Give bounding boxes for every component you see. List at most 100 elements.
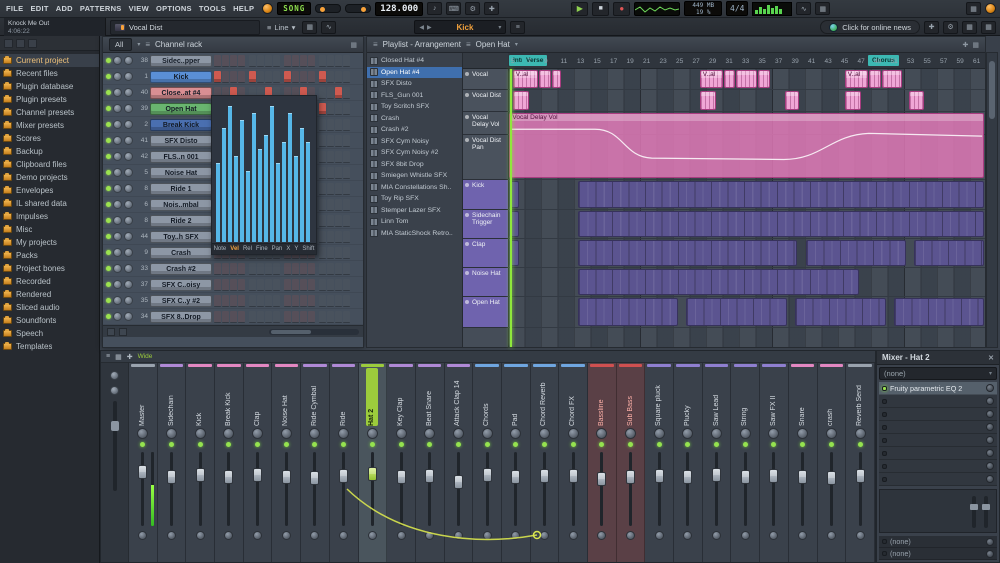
mixer-strip-clap[interactable]: Clap bbox=[244, 363, 273, 562]
mixer-strip-sub-bass[interactable]: Sub Bass bbox=[617, 363, 646, 562]
strip-stereo-knob[interactable] bbox=[339, 531, 348, 540]
pattern-clip[interactable] bbox=[785, 91, 799, 110]
mixer-strip-string[interactable]: String bbox=[731, 363, 760, 562]
fader-handle[interactable] bbox=[511, 470, 520, 484]
strip-stereo-knob[interactable] bbox=[282, 531, 291, 540]
channel-volume-knob[interactable] bbox=[124, 120, 133, 129]
step-cell[interactable] bbox=[265, 55, 272, 67]
track-header-open-hat[interactable]: Open Hat bbox=[463, 297, 508, 328]
step-cell[interactable] bbox=[327, 295, 334, 307]
send-enable-led[interactable] bbox=[882, 551, 887, 556]
step-cell[interactable] bbox=[319, 215, 326, 227]
step-cell[interactable] bbox=[257, 311, 264, 323]
channel-button[interactable]: FLS..n 001 bbox=[150, 151, 212, 163]
step-cell[interactable] bbox=[257, 279, 264, 291]
step-cell[interactable] bbox=[257, 295, 264, 307]
channel-button[interactable]: Ride 1 bbox=[150, 183, 212, 195]
pattern-linn-tom[interactable]: Linn Tom bbox=[367, 216, 462, 228]
step-cell[interactable] bbox=[343, 231, 350, 243]
step-cell[interactable] bbox=[335, 119, 342, 131]
pattern-clip[interactable] bbox=[758, 70, 770, 88]
strip-pan-knob[interactable] bbox=[539, 428, 550, 439]
step-cell[interactable] bbox=[327, 247, 334, 259]
step-cell[interactable] bbox=[343, 263, 350, 275]
channel-pan-knob[interactable] bbox=[113, 248, 122, 257]
velocity-bar[interactable] bbox=[234, 156, 238, 242]
step-cell[interactable] bbox=[335, 199, 342, 211]
strip-volume-fader[interactable] bbox=[215, 450, 243, 528]
strip-stereo-knob[interactable] bbox=[741, 531, 750, 540]
fader-handle[interactable] bbox=[655, 469, 664, 483]
strip-volume-fader[interactable] bbox=[330, 450, 358, 528]
slot-mix-knob[interactable] bbox=[986, 436, 994, 444]
velocity-bar[interactable] bbox=[246, 171, 250, 243]
slot-mix-knob[interactable] bbox=[986, 462, 994, 470]
strip-mute-led[interactable] bbox=[456, 442, 461, 447]
track-header-clap[interactable]: Clap bbox=[463, 239, 508, 268]
mixer-strip-kick[interactable]: Kick bbox=[186, 363, 215, 562]
strip-pan-knob[interactable] bbox=[252, 428, 263, 439]
step-cell[interactable] bbox=[292, 71, 299, 83]
step-cell[interactable] bbox=[273, 71, 280, 83]
clip-v-al[interactable]: V..al bbox=[700, 70, 723, 88]
velocity-bar[interactable] bbox=[240, 120, 244, 242]
channel-volume-knob[interactable] bbox=[124, 104, 133, 113]
window-layout-icon[interactable]: ▦ bbox=[966, 2, 981, 15]
step-cell[interactable] bbox=[257, 263, 264, 275]
strip-volume-fader[interactable] bbox=[731, 450, 759, 528]
strip-volume-fader[interactable] bbox=[387, 450, 415, 528]
step-cell[interactable] bbox=[284, 71, 291, 83]
step-cell[interactable] bbox=[292, 263, 299, 275]
fader-handle[interactable] bbox=[683, 470, 692, 484]
step-cell[interactable] bbox=[335, 231, 342, 243]
channel-pan-knob[interactable] bbox=[113, 72, 122, 81]
step-cell[interactable] bbox=[335, 135, 342, 147]
track-header-vocal-delay-vol[interactable]: Vocal Delay Vol bbox=[463, 112, 508, 135]
strip-volume-fader[interactable] bbox=[359, 450, 387, 528]
strip-pan-knob[interactable] bbox=[654, 428, 665, 439]
typing-keyboard-icon[interactable]: ⌨ bbox=[446, 2, 461, 15]
strip-stereo-knob[interactable] bbox=[138, 531, 147, 540]
channel-volume-knob[interactable] bbox=[124, 136, 133, 145]
strip-volume-fader[interactable] bbox=[588, 450, 616, 528]
slot-enable-led[interactable] bbox=[882, 464, 887, 469]
channel-pan-knob[interactable] bbox=[113, 168, 122, 177]
channel-button[interactable]: Nois..mbal bbox=[150, 199, 212, 211]
browser-item-rendered[interactable]: Rendered bbox=[0, 288, 99, 301]
step-cell[interactable] bbox=[230, 55, 237, 67]
step-cell[interactable] bbox=[319, 151, 326, 163]
strip-pan-knob[interactable] bbox=[510, 428, 521, 439]
step-cell[interactable] bbox=[222, 263, 229, 275]
strip-stereo-knob[interactable] bbox=[597, 531, 606, 540]
track-header-vocal[interactable]: Vocal bbox=[463, 69, 508, 90]
channel-volume-knob[interactable] bbox=[124, 168, 133, 177]
velocity-bar[interactable] bbox=[300, 128, 304, 242]
channel-enable-led[interactable] bbox=[106, 138, 111, 143]
fader-handle[interactable] bbox=[856, 469, 865, 483]
track-mute-dot[interactable] bbox=[465, 115, 469, 119]
channel-pan-knob[interactable] bbox=[113, 216, 122, 225]
strip-mute-led[interactable] bbox=[771, 442, 776, 447]
slot-enable-led[interactable] bbox=[882, 477, 887, 482]
rack-horizontal-scrollbar[interactable] bbox=[269, 329, 359, 335]
step-cell[interactable] bbox=[300, 311, 307, 323]
playhead[interactable] bbox=[510, 69, 512, 347]
step-cell[interactable] bbox=[335, 151, 342, 163]
pattern-clip[interactable] bbox=[909, 91, 924, 110]
mixer-side-knob[interactable] bbox=[110, 386, 119, 395]
strip-stereo-knob[interactable] bbox=[368, 531, 377, 540]
strip-mute-led[interactable] bbox=[599, 442, 604, 447]
strip-mute-led[interactable] bbox=[427, 442, 432, 447]
step-cell[interactable] bbox=[249, 55, 256, 67]
strip-volume-fader[interactable] bbox=[416, 450, 444, 528]
channel-enable-led[interactable] bbox=[106, 170, 111, 175]
strip-volume-fader[interactable] bbox=[818, 450, 846, 528]
strip-pan-knob[interactable] bbox=[338, 428, 349, 439]
fader-handle[interactable] bbox=[769, 469, 778, 483]
step-cell[interactable] bbox=[230, 311, 237, 323]
fader-handle[interactable] bbox=[454, 475, 463, 489]
channel-pan-knob[interactable] bbox=[113, 136, 122, 145]
step-cell[interactable] bbox=[300, 263, 307, 275]
strip-mute-led[interactable] bbox=[312, 442, 317, 447]
strip-stereo-knob[interactable] bbox=[655, 531, 664, 540]
